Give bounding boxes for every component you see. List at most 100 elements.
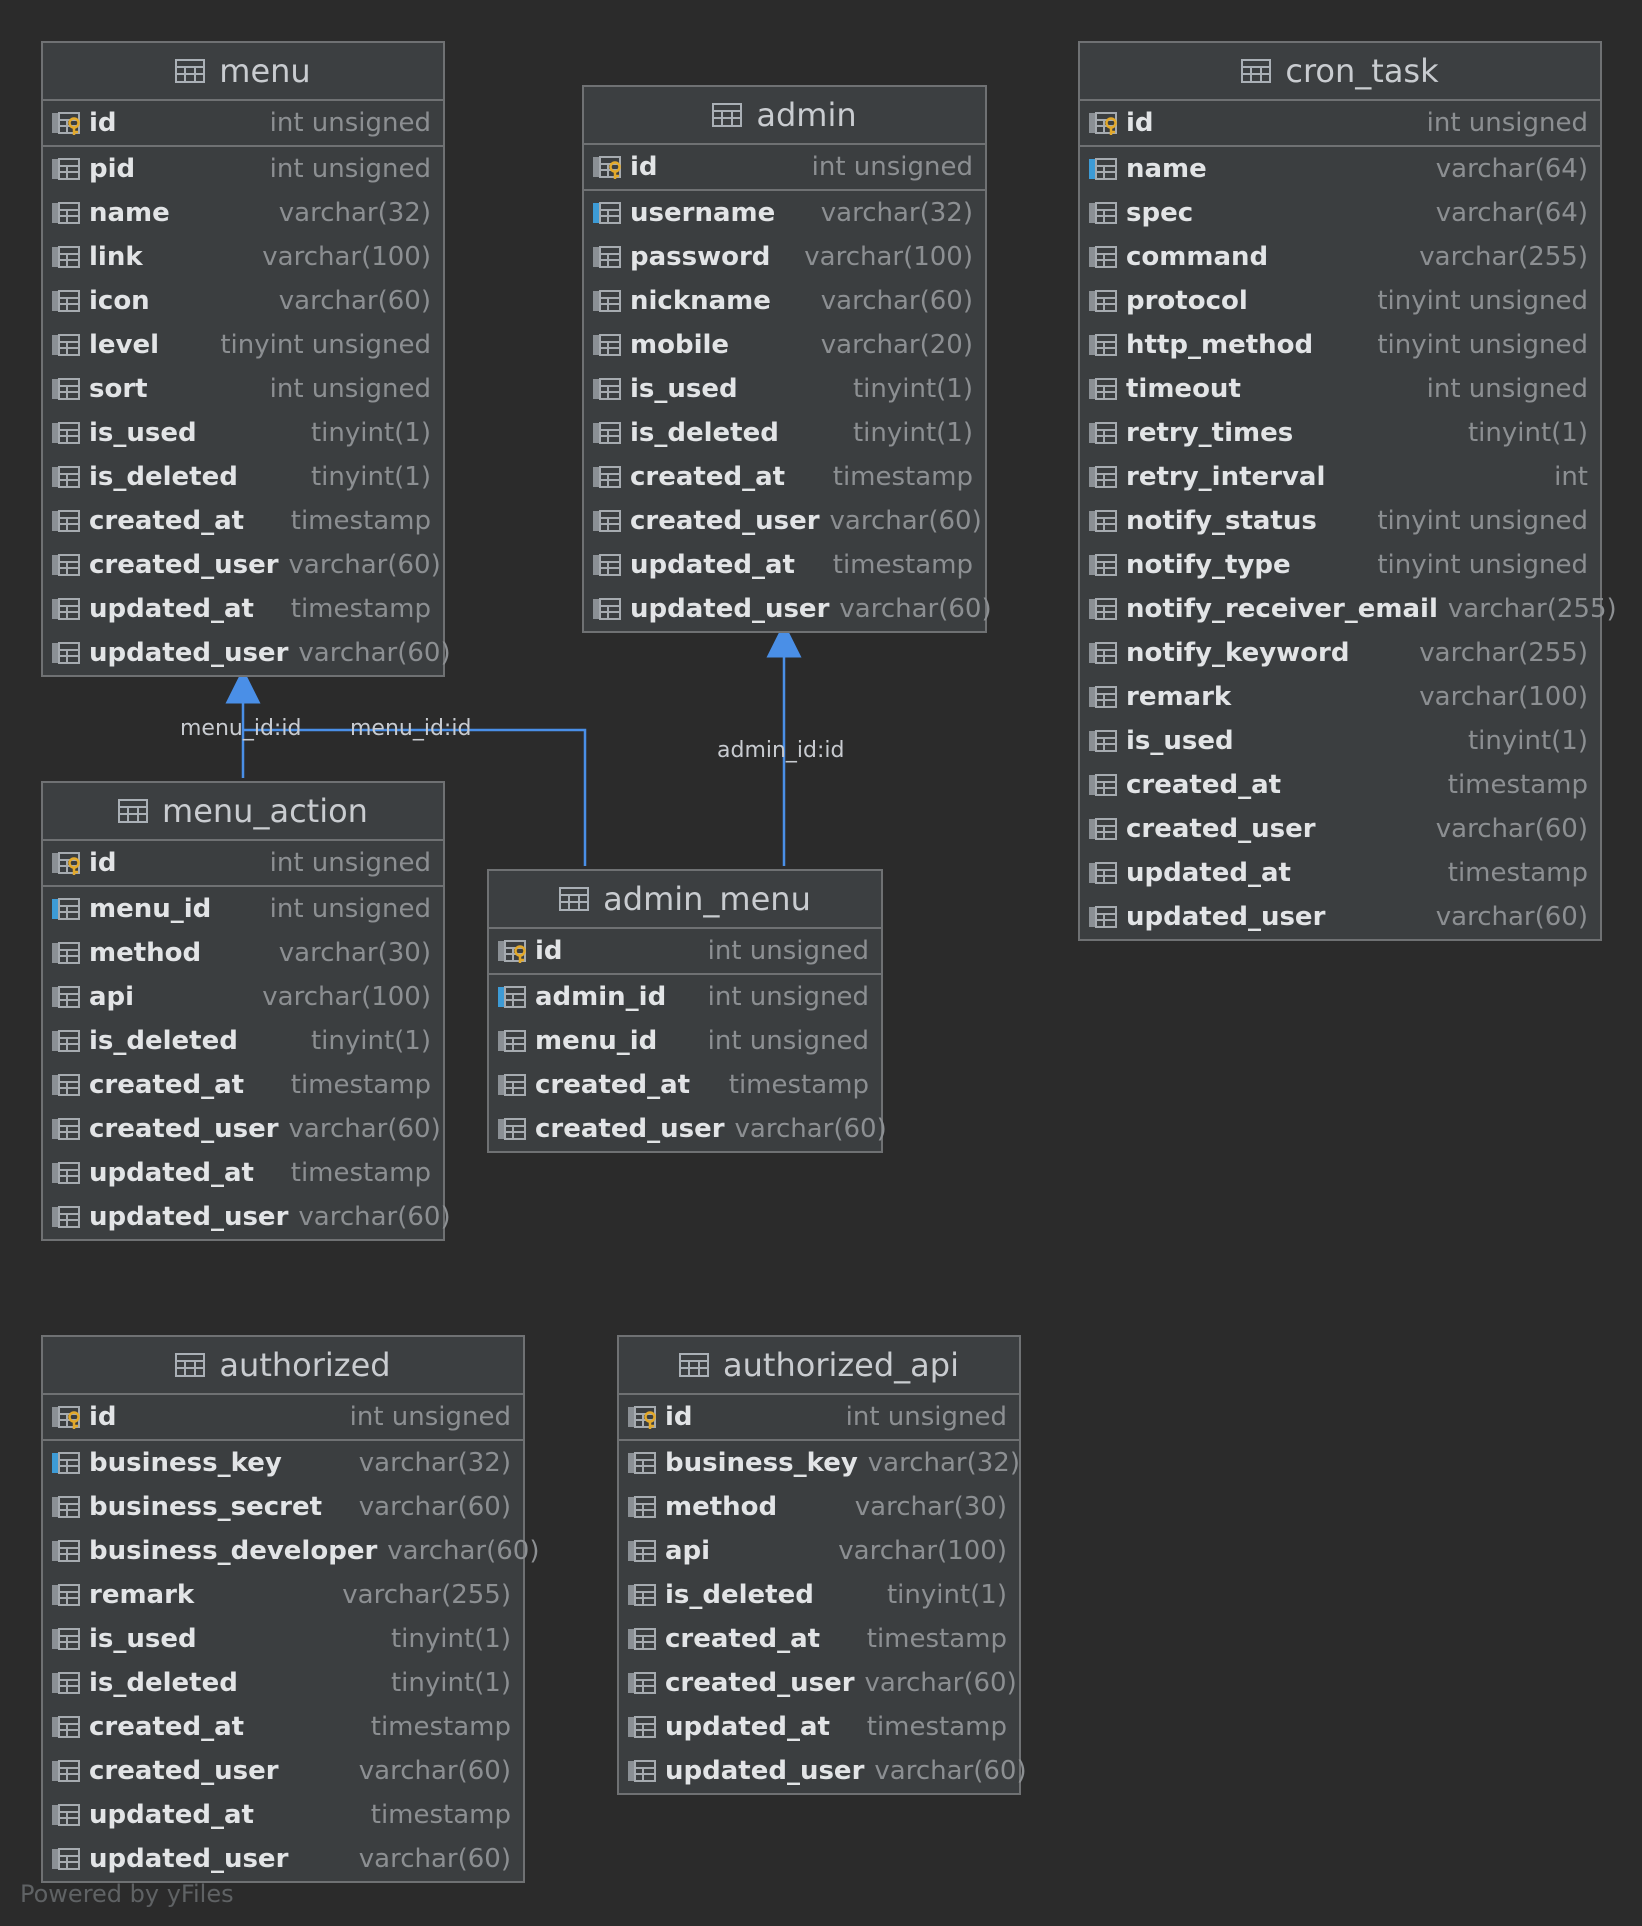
column-row[interactable]: updated_at timestamp (1080, 851, 1600, 895)
column-row[interactable]: api varchar(100) (43, 975, 443, 1019)
column-name: sort (89, 374, 148, 404)
column-row[interactable]: business_key varchar(32) (43, 1441, 523, 1485)
column-row[interactable]: protocol tinyint unsigned (1080, 279, 1600, 323)
column-row[interactable]: created_at timestamp (489, 1063, 881, 1107)
column-row[interactable]: created_at timestamp (1080, 763, 1600, 807)
column-name: notify_status (1126, 506, 1317, 536)
column-row[interactable]: id int unsigned (489, 929, 881, 975)
column-row[interactable]: retry_interval int (1080, 455, 1600, 499)
column-row[interactable]: id int unsigned (1080, 101, 1600, 147)
column-row[interactable]: is_deleted tinyint(1) (43, 1019, 443, 1063)
column-row[interactable]: updated_at timestamp (619, 1705, 1019, 1749)
column-row[interactable]: updated_at timestamp (43, 1151, 443, 1195)
column-row[interactable]: is_deleted tinyint(1) (619, 1573, 1019, 1617)
table-menu[interactable]: menu id int unsigned pid int unsigned name var… (41, 41, 451, 677)
column-row[interactable]: created_user varchar(60) (1080, 807, 1600, 851)
column-row[interactable]: created_user varchar(60) (489, 1107, 887, 1151)
column-row[interactable]: created_at timestamp (43, 1063, 443, 1107)
column-row[interactable]: retry_times tinyint(1) (1080, 411, 1600, 455)
column-row[interactable]: icon varchar(60) (43, 279, 443, 323)
column-row[interactable]: id int unsigned (43, 1395, 523, 1441)
column-row[interactable]: created_at timestamp (43, 499, 443, 543)
column-row[interactable]: updated_user varchar(60) (584, 587, 992, 631)
table-header[interactable]: admin_menu (489, 871, 881, 929)
column-row[interactable]: created_at timestamp (619, 1617, 1019, 1661)
column-type: tinyint(1) (1467, 418, 1588, 448)
table-header[interactable]: authorized_api (619, 1337, 1019, 1395)
table-menu-action[interactable]: menu_action id int unsigned menu_id int unsi… (41, 781, 451, 1241)
table-header[interactable]: admin (584, 87, 985, 145)
column-name: updated_at (89, 594, 254, 624)
column-row[interactable]: sort int unsigned (43, 367, 443, 411)
column-row[interactable]: id int unsigned (43, 101, 443, 147)
column-row[interactable]: menu_id int unsigned (43, 887, 443, 931)
table-admin-menu[interactable]: admin_menu id int unsigned admin_id int unsi… (487, 869, 887, 1153)
column-row[interactable]: password varchar(100) (584, 235, 985, 279)
column-row[interactable]: updated_user varchar(60) (43, 1195, 451, 1239)
column-type: tinyint(1) (852, 374, 973, 404)
column-row[interactable]: business_developer varchar(60) (43, 1529, 540, 1573)
column-row[interactable]: is_used tinyint(1) (584, 367, 985, 411)
column-row[interactable]: updated_at timestamp (584, 543, 985, 587)
column-row[interactable]: remark varchar(255) (43, 1573, 523, 1617)
column-row[interactable]: username varchar(32) (584, 191, 985, 235)
table-admin[interactable]: admin id int unsigned username varchar(32) pa… (582, 85, 992, 633)
column-row[interactable]: name varchar(32) (43, 191, 443, 235)
column-row[interactable]: created_user varchar(60) (619, 1661, 1019, 1705)
column-row[interactable]: http_method tinyint unsigned (1080, 323, 1600, 367)
column-row[interactable]: level tinyint unsigned (43, 323, 443, 367)
column-row[interactable]: id int unsigned (619, 1395, 1019, 1441)
column-row[interactable]: business_key varchar(32) (619, 1441, 1020, 1485)
column-row[interactable]: notify_status tinyint unsigned (1080, 499, 1600, 543)
column-row[interactable]: notify_receiver_email varchar(255) (1080, 587, 1617, 631)
column-row[interactable]: notify_type tinyint unsigned (1080, 543, 1600, 587)
table-authorized-api[interactable]: authorized_api id int unsigned business_key… (617, 1335, 1027, 1795)
column-row[interactable]: created_user varchar(60) (43, 1749, 523, 1793)
column-row[interactable]: created_at timestamp (584, 455, 985, 499)
column-row[interactable]: api varchar(100) (619, 1529, 1019, 1573)
column-row[interactable]: command varchar(255) (1080, 235, 1600, 279)
table-header[interactable]: cron_task (1080, 43, 1600, 101)
table-authorized[interactable]: authorized id int unsigned business_key varc… (41, 1335, 540, 1883)
column-row[interactable]: updated_user varchar(60) (1080, 895, 1600, 939)
column-row[interactable]: spec varchar(64) (1080, 191, 1600, 235)
column-row[interactable]: is_used tinyint(1) (43, 411, 443, 455)
column-row[interactable]: updated_at timestamp (43, 1793, 523, 1837)
column-row[interactable]: is_deleted tinyint(1) (584, 411, 985, 455)
column-row[interactable]: remark varchar(100) (1080, 675, 1600, 719)
column-row[interactable]: id int unsigned (43, 841, 443, 887)
column-type: tinyint unsigned (1377, 550, 1588, 580)
column-row[interactable]: created_at timestamp (43, 1705, 523, 1749)
column-row[interactable]: business_secret varchar(60) (43, 1485, 523, 1529)
column-row[interactable]: method varchar(30) (619, 1485, 1019, 1529)
column-row[interactable]: name varchar(64) (1080, 147, 1600, 191)
column-row[interactable]: method varchar(30) (43, 931, 443, 975)
column-row[interactable]: mobile varchar(20) (584, 323, 985, 367)
table-header[interactable]: authorized (43, 1337, 523, 1395)
column-type: int unsigned (1426, 374, 1588, 404)
table-header[interactable]: menu (43, 43, 443, 101)
column-row[interactable]: updated_user varchar(60) (619, 1749, 1027, 1793)
column-row[interactable]: notify_keyword varchar(255) (1080, 631, 1600, 675)
table-cron-task[interactable]: cron_task id int unsigned name varchar(64) sp… (1078, 41, 1617, 941)
column-row[interactable]: timeout int unsigned (1080, 367, 1600, 411)
column-row[interactable]: nickname varchar(60) (584, 279, 985, 323)
column-row[interactable]: updated_user varchar(60) (43, 631, 451, 675)
column-row[interactable]: is_used tinyint(1) (1080, 719, 1600, 763)
column-name: name (89, 198, 170, 228)
column-icon (52, 378, 80, 400)
column-row[interactable]: updated_at timestamp (43, 587, 443, 631)
column-row[interactable]: link varchar(100) (43, 235, 443, 279)
column-row[interactable]: updated_user varchar(60) (43, 1837, 523, 1881)
column-row[interactable]: is_deleted tinyint(1) (43, 1661, 523, 1705)
column-row[interactable]: created_user varchar(60) (43, 1107, 443, 1151)
column-row[interactable]: is_used tinyint(1) (43, 1617, 523, 1661)
table-header[interactable]: menu_action (43, 783, 443, 841)
column-row[interactable]: admin_id int unsigned (489, 975, 881, 1019)
column-row[interactable]: created_user varchar(60) (584, 499, 985, 543)
column-row[interactable]: menu_id int unsigned (489, 1019, 881, 1063)
column-row[interactable]: created_user varchar(60) (43, 543, 443, 587)
column-row[interactable]: id int unsigned (584, 145, 985, 191)
column-row[interactable]: pid int unsigned (43, 147, 443, 191)
column-row[interactable]: is_deleted tinyint(1) (43, 455, 443, 499)
